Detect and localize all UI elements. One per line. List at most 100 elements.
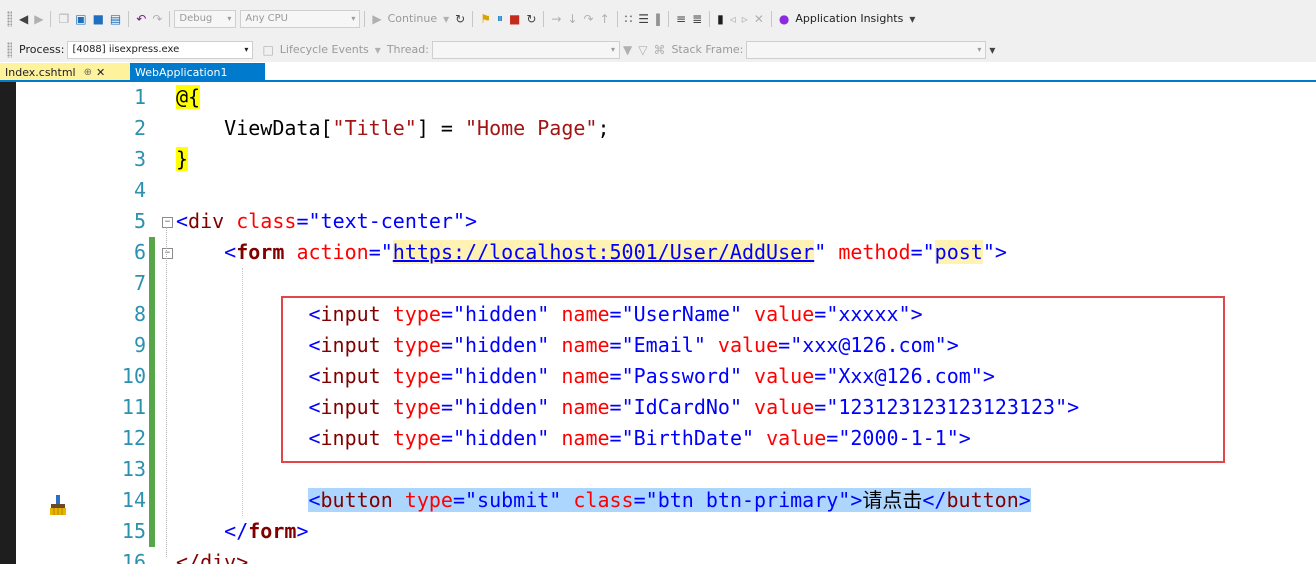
- code-text[interactable]: </div>: [176, 547, 248, 564]
- new-project-icon[interactable]: ❐: [55, 9, 72, 29]
- toolbar-overflow-icon[interactable]: ▾: [986, 40, 998, 60]
- bookmark-icon[interactable]: ▮: [714, 9, 727, 29]
- code-text[interactable]: }: [176, 144, 189, 175]
- annotation-highlight-box: [281, 296, 1225, 463]
- line-number: 15: [121, 519, 146, 543]
- navigate-back-icon[interactable]: ◀: [16, 9, 31, 29]
- process-dropdown[interactable]: [4088] iisexpress.exe ▾: [67, 40, 254, 59]
- code-line: 3 }: [0, 144, 1316, 175]
- code-editor[interactable]: 1 @{ 2 ViewData["Title"] = "Home Page"; …: [0, 82, 1316, 564]
- code-token: </: [922, 488, 947, 512]
- tab-webapplication1[interactable]: WebApplication1: [130, 63, 265, 81]
- toolbar-grip[interactable]: [7, 10, 12, 27]
- toolbar-divider: [668, 10, 670, 27]
- code-text[interactable]: ViewData["Title"] = "Home Page";: [176, 113, 609, 144]
- code-line: 14 <button type="submit" class="btn btn-…: [0, 485, 1316, 516]
- code-text[interactable]: <div class="text-center">: [176, 206, 477, 237]
- selected-text[interactable]: <button type="submit" class="btn btn-pri…: [308, 488, 1031, 512]
- save-all-icon[interactable]: ▤: [107, 9, 124, 29]
- undo-icon[interactable]: ↶: [133, 9, 149, 29]
- code-line: 4: [0, 175, 1316, 206]
- clear-bookmarks-icon[interactable]: ✕: [751, 9, 767, 29]
- process-value: [4088] iisexpress.exe: [72, 44, 180, 55]
- previous-bookmark-icon[interactable]: ◃: [727, 9, 739, 29]
- toolbar-divider: [543, 10, 545, 27]
- line-number: 16: [121, 550, 146, 564]
- show-next-statement-icon[interactable]: →: [548, 9, 564, 29]
- save-icon[interactable]: ■: [90, 9, 107, 29]
- chevron-down-icon[interactable]: ▾: [906, 9, 918, 29]
- toolbar-divider: [709, 10, 711, 27]
- thread-markers-icon[interactable]: ∷: [622, 9, 636, 29]
- code-text[interactable]: @{: [176, 82, 201, 113]
- show-flagged-threads-icon[interactable]: ▽: [635, 40, 650, 60]
- refresh-icon[interactable]: ↻: [452, 9, 468, 29]
- toolbar-grip[interactable]: [7, 41, 12, 58]
- hot-reload-icon[interactable]: ⚑: [477, 9, 494, 29]
- line-number: 4: [133, 178, 146, 202]
- solution-configuration-dropdown[interactable]: Debug ▾: [174, 9, 237, 28]
- tab-index-cshtml[interactable]: Index.cshtml ⊕ ✕: [0, 63, 130, 81]
- stack-frame-dropdown[interactable]: ▾: [746, 40, 987, 59]
- solution-configuration-value: Debug: [179, 13, 213, 24]
- chevron-down-icon: ▾: [244, 45, 249, 54]
- redo-icon[interactable]: ↷: [149, 9, 165, 29]
- code-line: 6 − <form action="https://localhost:5001…: [0, 237, 1316, 268]
- lifecycle-events-button[interactable]: Lifecycle Events: [277, 43, 372, 56]
- collapse-icon[interactable]: −: [162, 248, 173, 259]
- restart-icon[interactable]: ↻: [523, 9, 539, 29]
- code-token: button: [320, 488, 393, 512]
- line-number: 14: [121, 488, 146, 512]
- indent-guide: [242, 268, 243, 516]
- next-bookmark-icon[interactable]: ▹: [739, 9, 751, 29]
- code-token: class: [236, 209, 297, 233]
- code-token: ">: [982, 240, 1007, 264]
- pin-icon[interactable]: ⊕: [84, 67, 92, 78]
- line-number: 9: [133, 333, 146, 357]
- uncomment-icon[interactable]: ≣: [689, 9, 705, 29]
- code-text[interactable]: <button type="submit" class="btn btn-pri…: [176, 485, 1031, 516]
- toolbar-divider: [169, 10, 171, 27]
- code-text[interactable]: </form>: [176, 516, 308, 547]
- step-into-icon[interactable]: ↓: [564, 9, 580, 29]
- code-line: 2 ViewData["Title"] = "Home Page";: [0, 113, 1316, 144]
- chevron-down-icon[interactable]: ▾: [372, 40, 384, 60]
- code-text[interactable]: <form action="https://localhost:5001/Use…: [176, 237, 1007, 268]
- continue-button[interactable]: Continue: [385, 12, 440, 25]
- brush-icon[interactable]: [47, 494, 69, 516]
- break-all-icon[interactable]: ⏸: [494, 9, 506, 29]
- line-number: 2: [133, 116, 146, 140]
- stack-view-icon[interactable]: ☰: [635, 9, 652, 29]
- process-label: Process:: [19, 43, 65, 56]
- code-token: ] =: [416, 116, 466, 140]
- step-out-icon[interactable]: ↑: [597, 9, 613, 29]
- code-line: 5 − <div class="text-center">: [0, 206, 1316, 237]
- application-insights-button[interactable]: Application Insights: [792, 12, 906, 25]
- code-token: ViewData[: [224, 116, 333, 140]
- code-token: type: [404, 488, 453, 512]
- comment-out-icon[interactable]: ≡: [673, 9, 689, 29]
- code-token: =": [368, 240, 393, 264]
- url-link[interactable]: https://localhost:5001/User/AddUser: [392, 240, 815, 264]
- collapse-icon[interactable]: −: [162, 217, 173, 228]
- thread-label: Thread:: [386, 43, 429, 56]
- close-icon[interactable]: ✕: [96, 66, 105, 79]
- columns-icon[interactable]: ‖: [652, 9, 664, 29]
- code-token: ": [814, 240, 827, 264]
- open-file-icon[interactable]: ▣: [72, 9, 89, 29]
- code-line: 15 </form>: [0, 516, 1316, 547]
- solution-platform-dropdown[interactable]: Any CPU ▾: [240, 9, 361, 28]
- solution-platform-value: Any CPU: [245, 13, 288, 24]
- navigate-forward-icon[interactable]: ▶: [31, 9, 46, 29]
- code-token: >: [465, 209, 478, 233]
- toolbar-divider: [770, 10, 772, 27]
- chevron-down-icon[interactable]: ▾: [440, 9, 452, 29]
- thread-dropdown[interactable]: ▾: [431, 40, 620, 59]
- step-over-icon[interactable]: ↷: [581, 9, 597, 29]
- flag-thread-icon[interactable]: ▼: [620, 40, 635, 60]
- line-number: 6: [133, 240, 146, 264]
- code-token: "Home Page": [465, 116, 598, 140]
- change-tracking-bar: [149, 268, 155, 299]
- stop-icon[interactable]: ■: [506, 9, 523, 29]
- toolbar-divider: [128, 10, 130, 27]
